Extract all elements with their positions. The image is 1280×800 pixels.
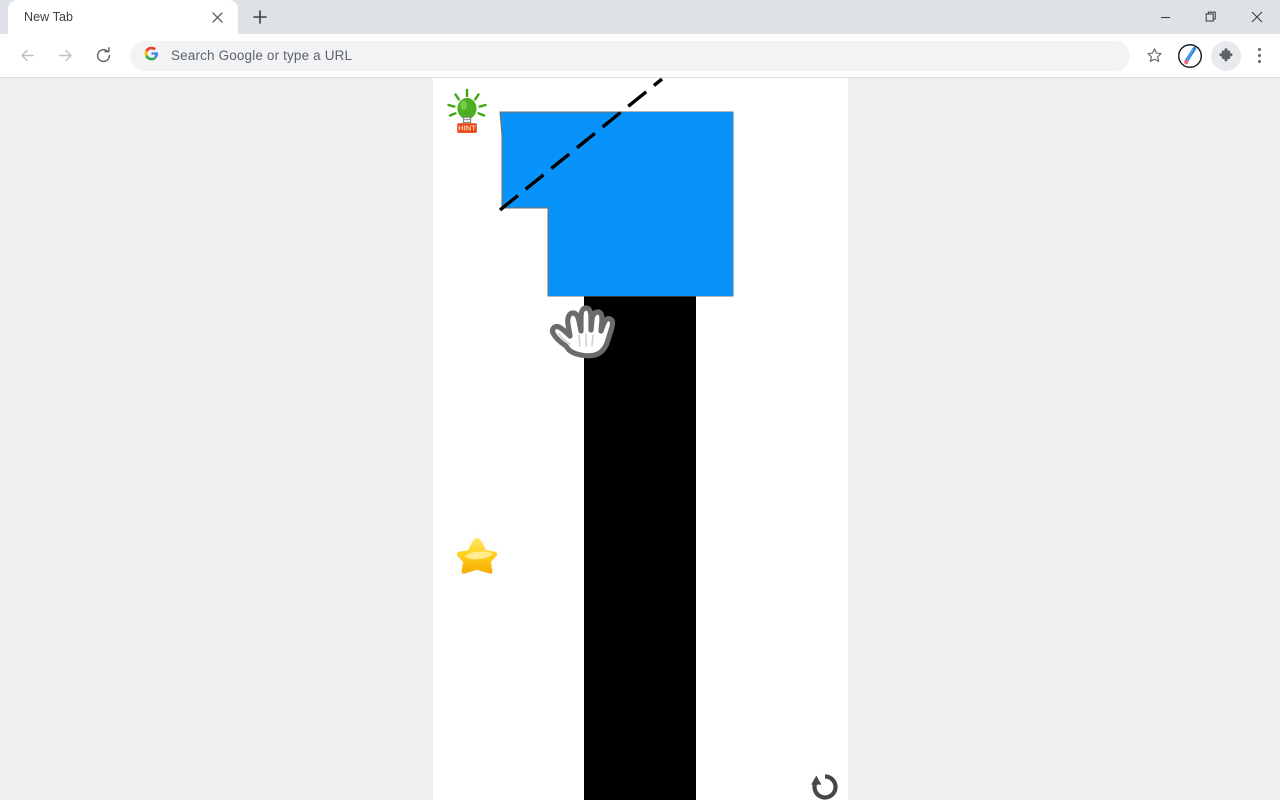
close-window-icon[interactable]	[1234, 0, 1280, 34]
reload-icon[interactable]	[86, 39, 120, 73]
address-bar[interactable]: Search Google or type a URL	[130, 40, 1130, 71]
minimize-icon[interactable]	[1142, 0, 1188, 34]
forward-icon[interactable]	[48, 39, 82, 73]
window-controls	[1142, 0, 1280, 34]
tab-title: New Tab	[24, 10, 74, 24]
maximize-icon[interactable]	[1188, 0, 1234, 34]
new-tab-button[interactable]	[246, 3, 274, 31]
back-icon[interactable]	[10, 39, 44, 73]
game-canvas[interactable]: HINT	[433, 78, 848, 800]
browser-toolbar: Search Google or type a URL	[0, 34, 1280, 78]
shapes-layer	[433, 78, 848, 800]
browser-window: New Tab Search Google or type a URL HINT	[0, 0, 1280, 800]
chrome-menu-icon[interactable]	[1246, 39, 1272, 73]
reset-button[interactable]	[806, 768, 844, 800]
search-input[interactable]: Search Google or type a URL	[171, 48, 352, 63]
extensions-puzzle-icon[interactable]	[1211, 40, 1241, 71]
browser-tab[interactable]: New Tab	[8, 0, 238, 34]
pillar-shape	[584, 296, 696, 800]
profile-avatar-icon[interactable]	[1175, 41, 1205, 71]
star-icon[interactable]	[447, 530, 507, 590]
google-g-icon	[144, 46, 159, 66]
close-icon[interactable]	[206, 6, 228, 28]
bookmark-star-icon[interactable]	[1139, 41, 1169, 71]
tab-strip: New Tab	[0, 0, 1280, 34]
page-viewport: HINT	[0, 78, 1280, 800]
